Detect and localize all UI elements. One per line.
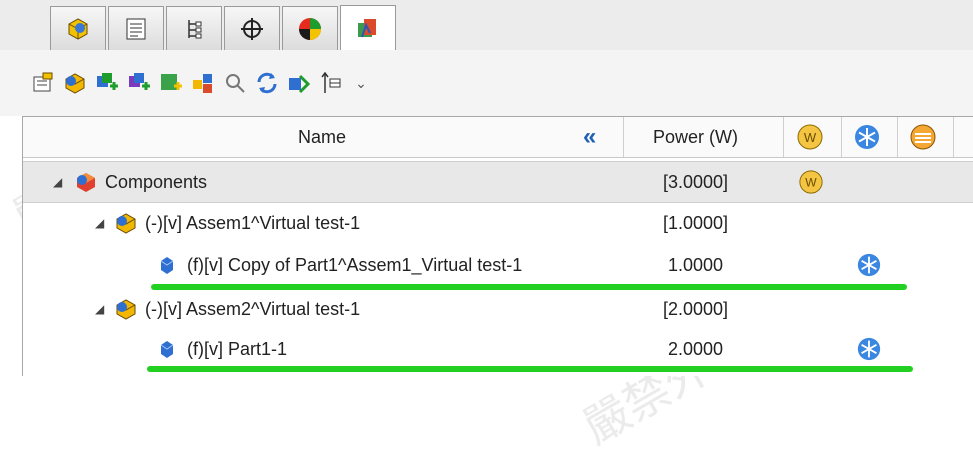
watts-icon: W <box>799 170 823 194</box>
thermal-toolbar: ⌄ <box>0 50 973 116</box>
zoom-button[interactable] <box>220 68 250 98</box>
tree-row-assem2[interactable]: ◢ (-)[v] Assem2^Virtual test-1 [2.0000] <box>23 289 973 329</box>
tab-feature-manager[interactable] <box>50 6 106 50</box>
snowflake-icon <box>857 253 881 277</box>
part-icon <box>160 257 174 274</box>
component-icon <box>65 73 85 94</box>
tree-row-copy-of-part1[interactable]: (f)[v] Copy of Part1^Assem1_Virtual test… <box>23 245 973 285</box>
configuration-manager-icon <box>188 19 202 38</box>
watts-column-icon[interactable]: W <box>796 123 824 151</box>
assembly-icon <box>116 299 136 320</box>
tab-property-manager[interactable] <box>108 6 164 50</box>
display-manager-icon <box>299 17 321 40</box>
snowflake-column-icon[interactable] <box>853 123 881 151</box>
svg-text:W: W <box>805 176 817 190</box>
tree-row-components[interactable]: ◢ Components [3.0000] W <box>23 161 973 203</box>
snowflake-icon <box>857 337 881 361</box>
collapse-columns-button[interactable]: « <box>583 123 596 151</box>
sort-button[interactable] <box>316 68 346 98</box>
tab-dimxpert[interactable] <box>224 6 280 50</box>
tree-row-power: [2.0000] <box>663 299 729 319</box>
thermal-power-tree: Name « Power (W) W ◢ Components [3.0000]… <box>22 116 973 376</box>
tree-row-part1-1[interactable]: (f)[v] Part1-1 2.0000 <box>23 329 973 369</box>
tree-row-label: (f)[v] Copy of Part1^Assem1_Virtual test… <box>187 255 523 275</box>
components-folder-icon <box>77 173 95 192</box>
dimxpert-icon <box>241 17 263 40</box>
expand-arrow-icon[interactable]: ◢ <box>95 216 104 230</box>
feature-manager-icon <box>68 17 88 40</box>
link-icon <box>289 74 311 94</box>
add-node-button[interactable] <box>156 68 186 98</box>
tree-row-label: (f)[v] Part1-1 <box>187 339 288 359</box>
column-separator[interactable] <box>953 117 954 157</box>
column-separator[interactable] <box>623 117 624 157</box>
refresh-button[interactable] <box>252 68 282 98</box>
expand-arrow-icon[interactable]: ◢ <box>53 175 62 189</box>
link-button[interactable] <box>284 68 314 98</box>
tab-thermal-power[interactable] <box>340 5 396 51</box>
sort-icon <box>321 71 341 93</box>
add-component-icon <box>97 73 118 90</box>
column-separator[interactable] <box>783 117 784 157</box>
add-node-icon <box>161 74 182 90</box>
heat-column-icon[interactable] <box>909 123 937 151</box>
properties-icon <box>33 72 53 92</box>
tree-row-label: Components <box>105 172 208 192</box>
zoom-icon <box>226 74 245 93</box>
add-component-button[interactable] <box>92 68 122 98</box>
column-separator[interactable] <box>841 117 842 157</box>
tab-display-manager[interactable] <box>282 6 338 50</box>
properties-button[interactable] <box>28 68 58 98</box>
part-icon <box>160 341 174 358</box>
tree-header: Name « Power (W) W <box>23 117 973 158</box>
refresh-icon <box>257 72 277 94</box>
component-button[interactable] <box>60 68 90 98</box>
add-assembly-button[interactable] <box>124 68 154 98</box>
tree-row-label: (-)[v] Assem1^Virtual test-1 <box>145 213 361 233</box>
add-assembly-icon <box>129 73 150 90</box>
group-button[interactable] <box>188 68 218 98</box>
column-header-power[interactable]: Power (W) <box>653 127 738 148</box>
property-manager-icon <box>126 18 146 39</box>
tree-row-power: [1.0000] <box>663 213 729 233</box>
tab-configuration-manager[interactable] <box>166 6 222 50</box>
manager-tab-bar <box>0 0 973 51</box>
toolbar-overflow-button[interactable]: ⌄ <box>346 68 376 98</box>
column-separator[interactable] <box>897 117 898 157</box>
column-header-name[interactable]: Name <box>298 127 346 148</box>
tree-row-power: 2.0000 <box>668 339 724 359</box>
highlight-underline <box>147 366 913 372</box>
thermal-power-icon <box>358 18 376 37</box>
tree-row-power: 1.0000 <box>668 255 724 275</box>
group-icon <box>193 74 212 93</box>
tree-row-label: (-)[v] Assem2^Virtual test-1 <box>145 299 361 319</box>
expand-arrow-icon[interactable]: ◢ <box>95 302 104 316</box>
tree-row-assem1[interactable]: ◢ (-)[v] Assem1^Virtual test-1 [1.0000] <box>23 203 973 243</box>
svg-text:W: W <box>804 130 817 145</box>
tree-row-power: [3.0000] <box>663 172 729 192</box>
assembly-icon <box>116 213 136 234</box>
